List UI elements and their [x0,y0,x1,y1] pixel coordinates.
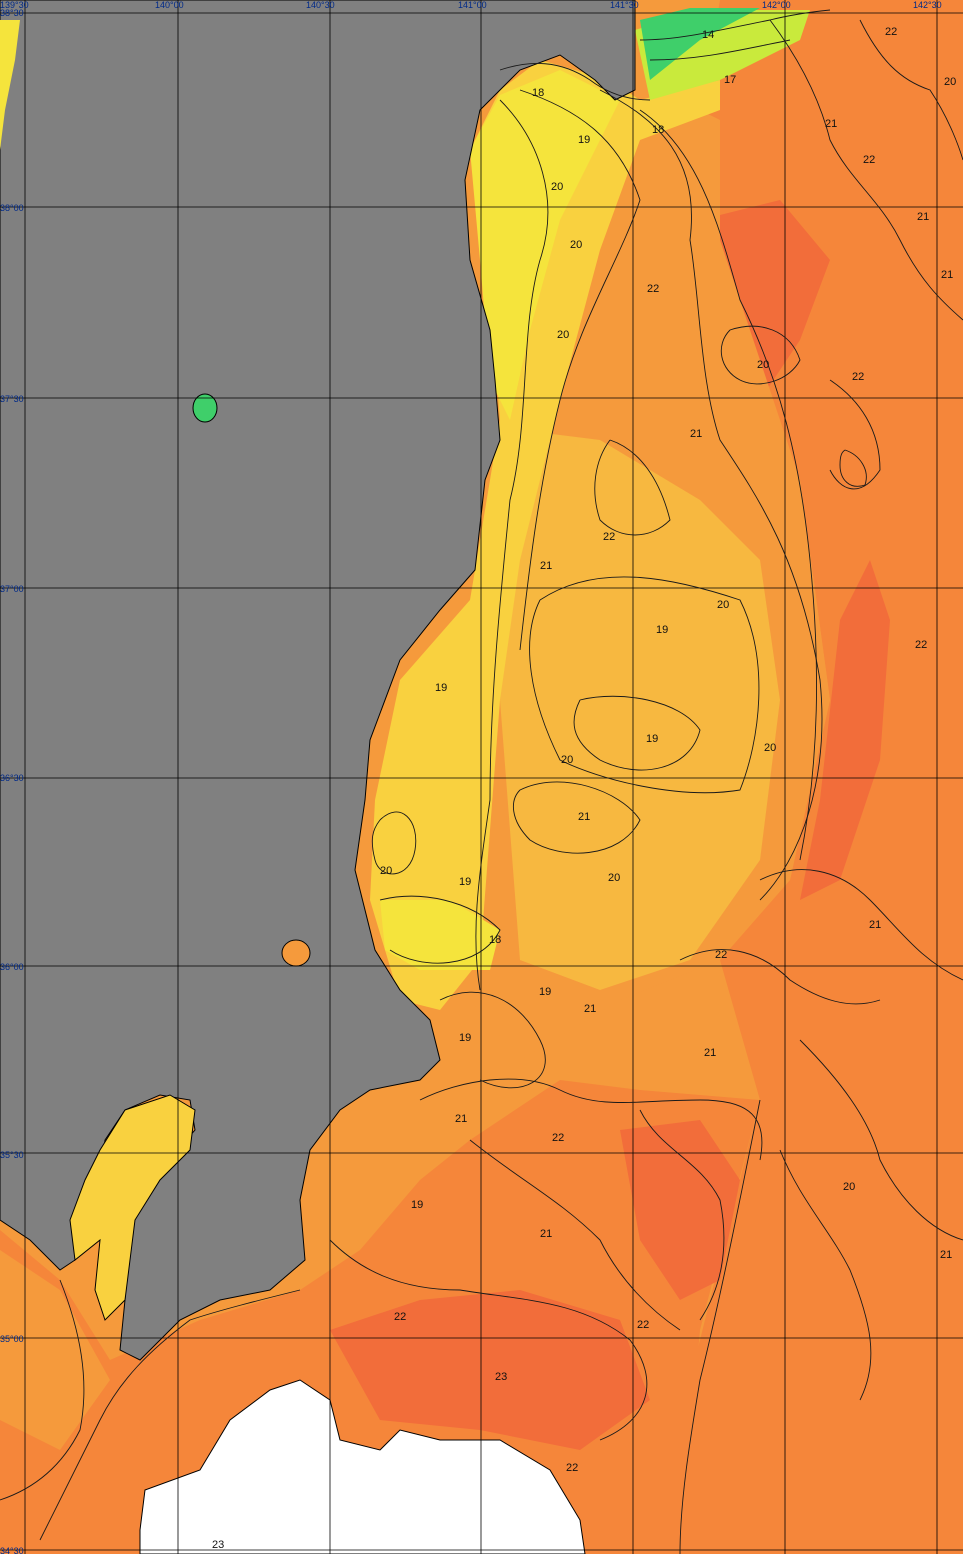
isotherm-label: 23 [212,1539,224,1551]
isotherm-label: 19 [459,1032,471,1044]
isotherm-label: 21 [578,811,590,823]
latitude-label: 38°30 [0,8,24,18]
isotherm-label: 21 [704,1047,716,1059]
longitude-label: 140°00 [155,0,184,10]
longitude-label: 140°30 [306,0,335,10]
isotherm-label: 14 [702,29,714,41]
isotherm-label: 20 [557,329,569,341]
isotherm-label: 18 [532,87,544,99]
isotherm-label: 20 [944,76,956,88]
isotherm-label: 20 [757,359,769,371]
isotherm-label: 22 [852,371,864,383]
isotherm-label: 20 [843,1181,855,1193]
isotherm-label: 18 [489,934,501,946]
isotherm-label: 20 [717,599,729,611]
isotherm-label: 22 [915,639,927,651]
isotherm-label: 19 [646,733,658,745]
isotherm-label: 21 [690,428,702,440]
isotherm-label: 21 [540,1228,552,1240]
isotherm-label: 19 [435,682,447,694]
isotherm-label: 20 [380,865,392,877]
longitude-label: 141°30 [610,0,639,10]
isotherm-label: 17 [724,74,736,86]
isotherm-label: 20 [561,754,573,766]
isotherm-label: 22 [715,949,727,961]
isotherm-label: 22 [394,1311,406,1323]
isotherm-label: 22 [637,1319,649,1331]
latitude-label: 36°00 [0,962,24,972]
isotherm-label: 19 [459,876,471,888]
isotherm-label: 19 [539,986,551,998]
isotherm-label: 19 [578,134,590,146]
isotherm-label: 20 [551,181,563,193]
latitude-label: 35°00 [0,1334,24,1344]
latitude-label: 36°30 [0,773,24,783]
isotherm-label: 21 [941,269,953,281]
latitude-label: 34°30 [0,1546,24,1554]
isotherm-label: 22 [863,154,875,166]
isotherm-label: 22 [885,26,897,38]
isotherm-label: 19 [411,1199,423,1211]
isotherm-label: 20 [570,239,582,251]
isotherm-label: 22 [603,531,615,543]
longitude-label: 141°00 [458,0,487,10]
isotherm-label: 20 [608,872,620,884]
isotherm-label: 23 [495,1371,507,1383]
latitude-label: 35°30 [0,1150,24,1160]
isotherm-label: 21 [940,1249,952,1261]
sea-surface-temperature-map: 14 17 18 18 19 20 20 20 22 21 22 21 21 2… [0,0,963,1554]
isotherm-label: 21 [540,560,552,572]
latitude-label: 38°00 [0,203,24,213]
island-orange [281,939,311,967]
sst-map: 14 17 18 18 19 20 20 20 22 21 22 21 21 2… [0,0,963,1554]
isotherm-label: 21 [455,1113,467,1125]
latitude-label: 37°30 [0,394,24,404]
isotherm-label: 18 [652,124,664,136]
longitude-label: 142°00 [762,0,791,10]
isotherm-label: 22 [552,1132,564,1144]
isotherm-label: 21 [825,118,837,130]
isotherm-label: 19 [656,624,668,636]
isotherm-label: 21 [917,211,929,223]
isotherm-label: 20 [764,742,776,754]
isotherm-label: 21 [869,919,881,931]
isotherm-label: 22 [566,1462,578,1474]
isotherm-label: 21 [584,1003,596,1015]
isotherm-label: 22 [647,283,659,295]
latitude-label: 37°00 [0,584,24,594]
longitude-label: 142°30 [913,0,942,10]
